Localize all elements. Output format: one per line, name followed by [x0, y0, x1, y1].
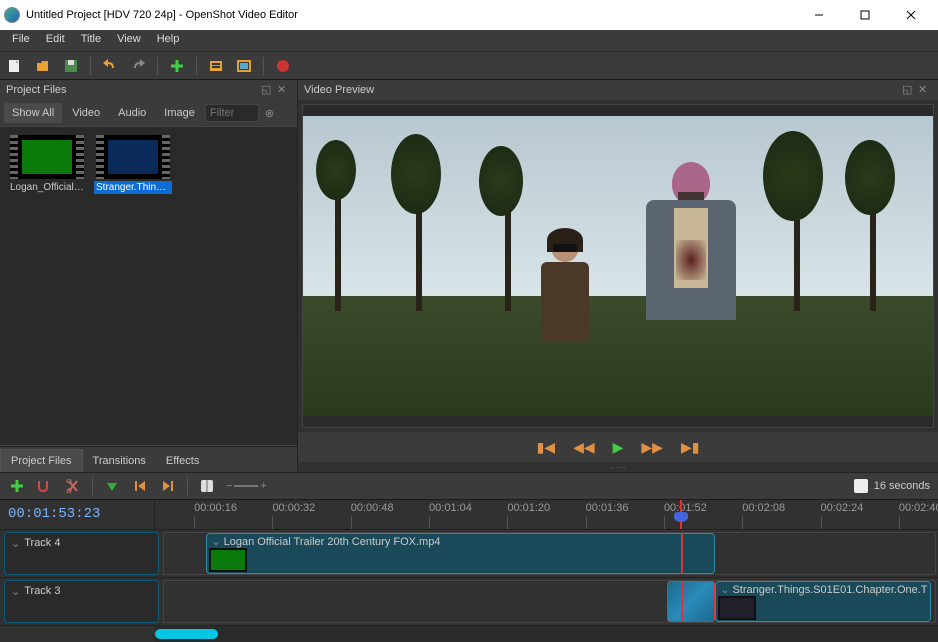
close-button[interactable] [888, 0, 934, 30]
menu-view[interactable]: View [109, 30, 149, 51]
preview-header: Video Preview [304, 84, 374, 96]
menubar: File Edit Title View Help [0, 30, 938, 52]
minimize-button[interactable] [796, 0, 842, 30]
rewind-button[interactable]: ◀◀ [573, 439, 595, 456]
tab-transitions[interactable]: Transitions [83, 450, 156, 472]
redo-icon[interactable] [129, 57, 147, 75]
chevron-down-icon[interactable]: ⌄ [11, 537, 20, 550]
clip-label: Stranger.Things.S01E01.Chapter.One.The.V… [732, 584, 928, 596]
center-playhead-icon[interactable] [198, 477, 216, 495]
ruler-tick: 00:00:16 [194, 502, 237, 514]
track-header[interactable]: ⌄ Track 3 [4, 580, 159, 623]
scrollbar-thumb[interactable] [155, 629, 218, 639]
ruler-tick: 00:02:24 [821, 502, 864, 514]
snap-icon[interactable] [36, 477, 54, 495]
chevron-down-icon[interactable]: ⌄ [11, 585, 20, 598]
files-grid[interactable]: Logan_Official_... Stranger.Things.... [0, 126, 297, 446]
jump-end-button[interactable]: ▶▮ [681, 439, 699, 456]
close-panel-icon[interactable]: ✕ [918, 83, 932, 97]
ruler-tick: 00:01:36 [586, 502, 629, 514]
razor-icon[interactable] [64, 477, 82, 495]
maximize-button[interactable] [842, 0, 888, 30]
main-toolbar [0, 52, 938, 80]
ruler-tick: 00:02:40 [899, 502, 938, 514]
chevron-down-icon[interactable]: ⌄ [211, 535, 220, 548]
video-preview[interactable] [302, 104, 934, 428]
undock-icon[interactable]: ◱ [261, 83, 275, 97]
panel-resize-handle[interactable]: ······ [298, 462, 938, 472]
project-files-panel: Project Files ◱ ✕ Show All Video Audio I… [0, 80, 298, 472]
timeline-ruler[interactable]: 00:00:16 00:00:32 00:00:48 00:01:04 00:01:20… [155, 500, 938, 529]
timeline-toolbar: −+ 16 seconds [0, 472, 938, 500]
add-track-icon[interactable] [8, 477, 26, 495]
jump-start-button[interactable]: ▮◀ [537, 439, 555, 456]
playhead[interactable] [680, 500, 682, 529]
window-title: Untitled Project [HDV 720 24p] - OpenSho… [26, 9, 796, 21]
app-logo-icon [4, 7, 20, 23]
ruler-tick: 00:01:04 [429, 502, 472, 514]
filter-input[interactable] [205, 104, 259, 122]
timeline-clip[interactable]: ⌄Stranger.Things.S01E01.Chapter.One.The.… [715, 581, 931, 622]
tab-effects[interactable]: Effects [156, 450, 209, 472]
ruler-tick: 00:00:32 [272, 502, 315, 514]
profile-icon[interactable] [207, 57, 225, 75]
track-lane[interactable]: ⌄Stranger.Things.S01E01.Chapter.One.The.… [163, 580, 936, 623]
project-files-header: Project Files [6, 84, 67, 96]
track-name-label: Track 4 [24, 537, 60, 549]
transition-clip[interactable] [667, 581, 716, 622]
play-button[interactable]: ▶ [613, 439, 624, 456]
timeline-clip[interactable]: ⌄ Logan Official Trailer 20th Century FOX… [206, 533, 715, 574]
file-item[interactable]: Stranger.Things.... [94, 135, 172, 194]
undo-icon[interactable] [101, 57, 119, 75]
ruler-tick: 00:01:20 [507, 502, 550, 514]
playback-controls: ▮◀ ◀◀ ▶ ▶▶ ▶▮ [298, 432, 938, 462]
export-video-icon[interactable] [274, 57, 292, 75]
menu-edit[interactable]: Edit [38, 30, 73, 51]
zoom-label: 16 seconds [874, 480, 930, 492]
titlebar: Untitled Project [HDV 720 24p] - OpenSho… [0, 0, 938, 30]
close-panel-icon[interactable]: ✕ [277, 83, 291, 97]
prev-marker-icon[interactable] [131, 477, 149, 495]
timeline: 00:01:53:23 00:00:1600:00:3200:00:4800:0… [0, 500, 938, 642]
track-row: ⌄Track 3⌄Stranger.Things.S01E01.Chapter.… [0, 578, 938, 626]
menu-help[interactable]: Help [149, 30, 188, 51]
add-marker-icon[interactable] [103, 477, 121, 495]
filter-image[interactable]: Image [156, 103, 203, 123]
file-name-label: Logan_Official_... [8, 181, 86, 194]
file-item[interactable]: Logan_Official_... [8, 135, 86, 194]
new-project-icon[interactable] [6, 57, 24, 75]
menu-title[interactable]: Title [73, 30, 109, 51]
video-frame [303, 116, 933, 416]
ruler-tick: 00:02:08 [742, 502, 785, 514]
import-files-icon[interactable] [168, 57, 186, 75]
track-name-label: Track 3 [24, 585, 60, 597]
clear-filter-icon[interactable]: ⊗ [265, 107, 274, 120]
timeline-scrollbar[interactable] [155, 626, 938, 642]
chevron-down-icon[interactable]: ⌄ [720, 583, 729, 596]
next-marker-icon[interactable] [159, 477, 177, 495]
open-project-icon[interactable] [34, 57, 52, 75]
zoom-icon [854, 479, 868, 493]
track-header[interactable]: ⌄ Track 4 [4, 532, 159, 575]
clip-label: Logan Official Trailer 20th Century FOX.… [224, 536, 441, 548]
undock-icon[interactable]: ◱ [902, 83, 916, 97]
track-row: ⌄ Track 4 ⌄ Logan Official Trailer 20th Cen… [0, 530, 938, 578]
filter-video[interactable]: Video [64, 103, 108, 123]
fast-forward-button[interactable]: ▶▶ [641, 439, 663, 456]
ruler-tick: 00:00:48 [351, 502, 394, 514]
save-project-icon[interactable] [62, 57, 80, 75]
track-lane[interactable]: ⌄ Logan Official Trailer 20th Century FOX… [163, 532, 936, 575]
tab-project-files[interactable]: Project Files [0, 449, 83, 472]
menu-file[interactable]: File [4, 30, 38, 51]
zoom-slider[interactable]: −+ [226, 480, 267, 492]
filter-audio[interactable]: Audio [110, 103, 154, 123]
filter-show-all[interactable]: Show All [4, 103, 62, 123]
file-name-label: Stranger.Things.... [94, 181, 172, 194]
timecode-display[interactable]: 00:01:53:23 [0, 500, 155, 529]
fullscreen-icon[interactable] [235, 57, 253, 75]
